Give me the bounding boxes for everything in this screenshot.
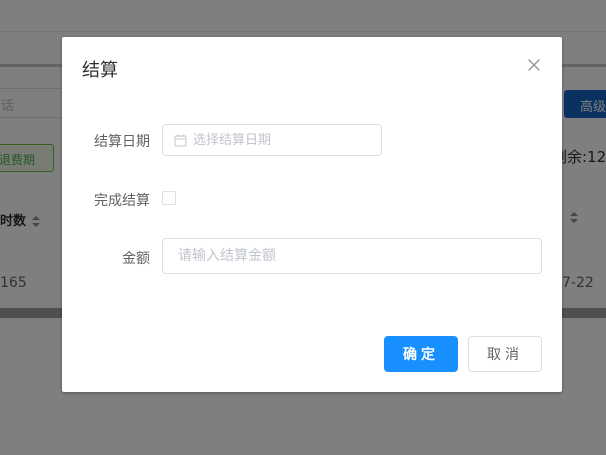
settlement-date-picker[interactable] [162,124,382,156]
settlement-date-input[interactable] [193,125,373,155]
close-icon[interactable] [526,57,542,73]
settlement-dialog: 结算 结算日期 完成结算 金额 确定 取消 [62,37,562,392]
cancel-button[interactable]: 取消 [468,336,542,372]
settlement-complete-label: 完成结算 [94,193,150,209]
amount-input[interactable] [162,238,542,274]
confirm-button[interactable]: 确定 [384,336,458,372]
settlement-date-label: 结算日期 [94,134,150,150]
amount-label: 金额 [122,251,150,267]
dialog-title: 结算 [82,60,118,81]
calendar-icon [174,134,187,147]
settlement-complete-checkbox[interactable] [162,191,176,205]
